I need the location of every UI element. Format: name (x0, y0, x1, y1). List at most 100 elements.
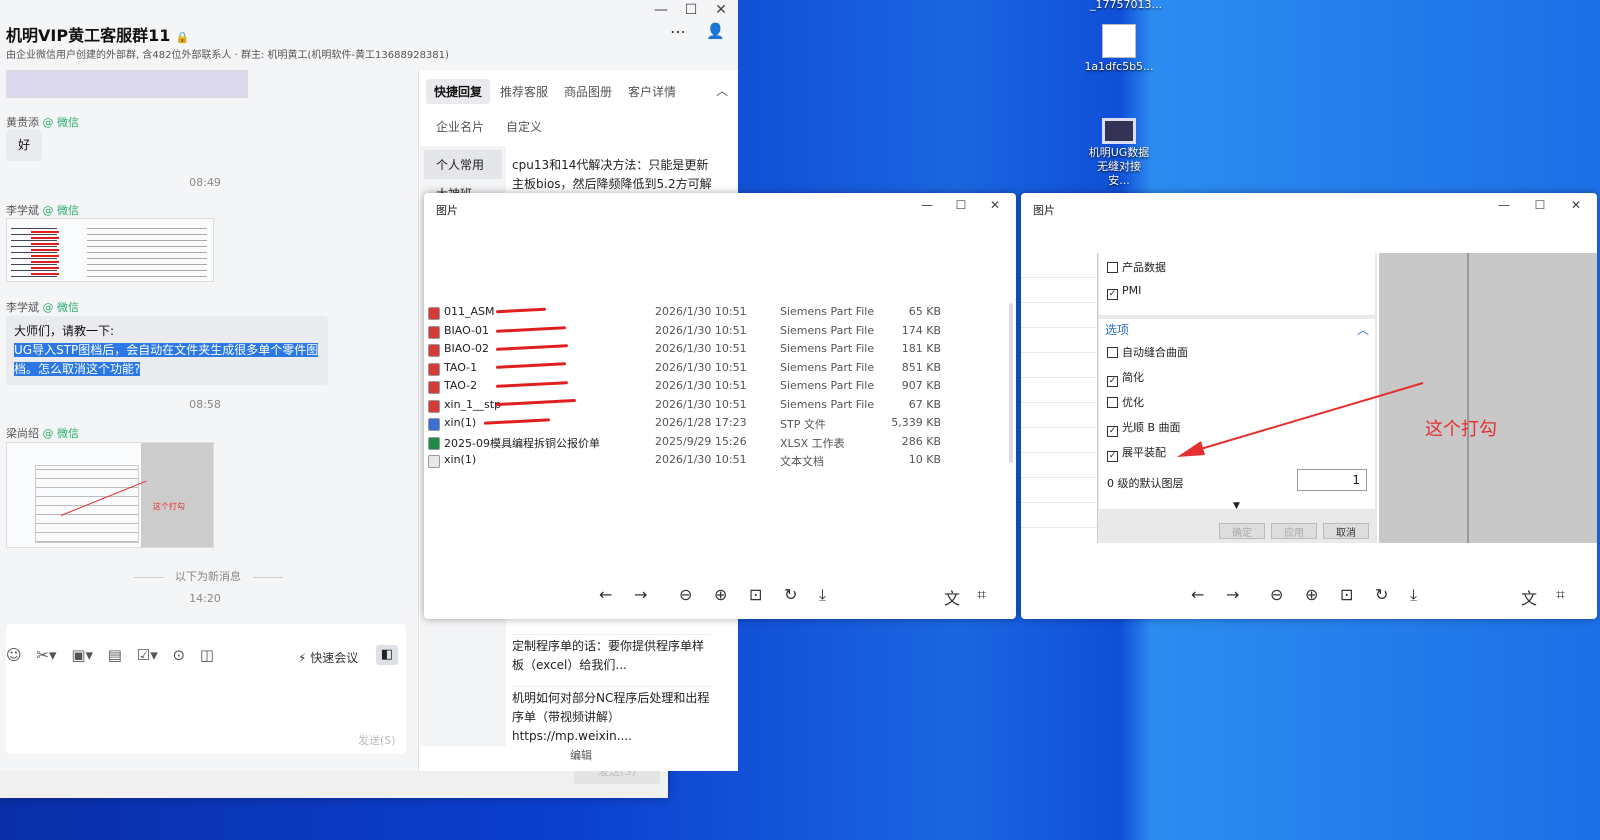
task-icon[interactable]: ☑▾ (137, 646, 158, 664)
desktop-icon-file[interactable]: 1a1dfc5b5... (1083, 24, 1155, 74)
collapse-icon[interactable]: ︿ (716, 82, 728, 99)
close-button[interactable]: ✕ (980, 195, 1010, 215)
translate-icon[interactable]: 文 (1521, 585, 1537, 609)
options-section-header[interactable]: 选项 ︿ (1105, 321, 1369, 338)
desktop-icon-video[interactable]: 机明UG数据无缝对接安... (1083, 112, 1155, 188)
image-icon[interactable]: ▣▾ (71, 646, 93, 664)
tab-custom[interactable]: 自定义 (506, 118, 542, 135)
dialog-left-strip (1021, 253, 1097, 543)
category-personal[interactable]: 个人常用 (424, 150, 502, 179)
maximize-button[interactable]: ☐ (676, 0, 706, 20)
zoom-out-icon[interactable]: ⊖ (679, 585, 692, 604)
file-type: Siemens Part File (780, 360, 875, 374)
file-type: Siemens Part File (780, 397, 875, 411)
lightning-icon: ⚡ (298, 651, 307, 665)
ocr-icon[interactable]: ⌗ (977, 585, 986, 605)
emoji-icon[interactable]: ☺ (6, 646, 22, 664)
message-input-area[interactable] (6, 624, 406, 754)
minimize-button[interactable]: — (912, 195, 942, 215)
tab-product-album[interactable]: 商品图册 (564, 83, 612, 100)
minimize-button[interactable]: — (1489, 195, 1519, 215)
message-time: 08:49 (189, 176, 221, 189)
arrow-right-icon[interactable]: → (1226, 585, 1239, 604)
zoom-in-icon[interactable]: ⊕ (714, 585, 727, 604)
file-name: 2025-09模具编程拆铜公报价单 (444, 436, 600, 450)
rotate-icon[interactable]: ↻ (1375, 585, 1388, 604)
expand-more-icon[interactable]: ▼ (1233, 501, 1240, 511)
arrow-left-icon[interactable]: ← (599, 585, 612, 604)
file-size: 10 KB (908, 453, 941, 466)
translate-icon[interactable]: 文 (944, 585, 960, 609)
file-size: 907 KB (901, 379, 941, 392)
checkbox-option[interactable]: ✓ 简化 (1107, 369, 1144, 387)
download-icon[interactable]: ⤓ (1410, 585, 1417, 605)
image-viewer-window: 图片 — ☐ ✕ 011_ASM 2026/1/30 10:51 Siemens P… (424, 193, 1016, 619)
checkbox-icon (1107, 262, 1118, 273)
quick-meeting-button[interactable]: ⚡ 快速会议 (298, 649, 358, 666)
file-date: 2026/1/30 10:51 (655, 379, 747, 392)
chat-subtitle: 由企业微信用户创建的外部群, 含482位外部联系人 · 群主: 机明黄工(机明软… (6, 50, 449, 61)
arrow-left-icon[interactable]: ← (1191, 585, 1204, 604)
tab-quick-reply[interactable]: 快捷回复 (426, 79, 491, 104)
scissors-icon[interactable]: ✂▾ (36, 646, 56, 664)
checkbox-option[interactable]: ✓ 光顺 B 曲面 (1107, 419, 1181, 437)
comment-icon[interactable]: ◫ (200, 646, 214, 664)
file-type: STP 文件 (780, 418, 826, 431)
close-button[interactable]: ✕ (706, 0, 736, 20)
checkbox-option[interactable]: 优化 (1107, 394, 1144, 410)
desktop-icon-label: 1a1dfc5b5... (1084, 60, 1154, 73)
file-name: 011_ASM (444, 305, 495, 318)
apply-button[interactable]: 应用 (1271, 523, 1317, 539)
zoom-in-icon[interactable]: ⊕ (1305, 585, 1318, 604)
file-name: xin(1) (444, 453, 477, 466)
zoom-out-icon[interactable]: ⊖ (1270, 585, 1283, 604)
document-icon[interactable]: ▤ (108, 646, 122, 664)
xls-file-icon (428, 436, 440, 450)
tab-company-card[interactable]: 企业名片 (436, 118, 484, 135)
file-name: xin(1) (444, 416, 477, 429)
rotate-icon[interactable]: ↻ (784, 585, 797, 604)
message-sender: 李学斌 @ 微信 (6, 204, 79, 217)
maximize-button[interactable]: ☐ (1525, 195, 1555, 215)
video-icon (1102, 118, 1136, 144)
checkbox-option[interactable]: ✓ PMI (1107, 284, 1141, 300)
scrollbar[interactable] (1009, 303, 1013, 463)
sidebar-toggle-icon[interactable]: ◧ (376, 645, 398, 665)
ug-file-icon (428, 344, 440, 357)
image-message[interactable] (6, 218, 214, 282)
checkbox-option[interactable]: 自动缝合曲面 (1107, 344, 1188, 360)
checkbox-option[interactable]: 产品数据 (1107, 259, 1166, 275)
fit-screen-icon[interactable]: ⊡ (749, 585, 762, 604)
edit-button[interactable]: 编辑 (570, 747, 592, 763)
file-type: Siemens Part File (780, 379, 875, 392)
add-member-icon[interactable]: 👤 (706, 22, 725, 40)
minimize-button[interactable]: — (646, 0, 676, 20)
ocr-icon[interactable]: ⌗ (1556, 585, 1565, 605)
fit-screen-icon[interactable]: ⊡ (1340, 585, 1353, 604)
close-button[interactable]: ✕ (1561, 195, 1591, 215)
chat-title: 机明VIP黄工客服群11 🔒 (6, 26, 190, 45)
message-bubble: 好 (6, 130, 43, 161)
download-icon[interactable]: ⤓ (819, 585, 826, 605)
tab-customer-details[interactable]: 客户详情 (628, 83, 676, 100)
quick-reply-item[interactable]: 机明如何对部分NC程序后处理和出程序单（带视频讲解）https://mp.wei… (512, 686, 712, 746)
quick-reply-item[interactable]: 定制程序单的话：要你提供程序单样板（excel）给我们... (512, 634, 712, 675)
more-icon[interactable]: ⋯ (670, 22, 686, 41)
send-button[interactable]: 发送(S) (358, 732, 396, 748)
image-message[interactable] (6, 70, 248, 98)
message-bubble: 大师们，请教一下: UG导入STP图档后，会自动在文件夹生成很多单个零件图 档。… (6, 316, 328, 385)
checkbox-option[interactable]: ✓ 展平装配 (1107, 444, 1166, 462)
annotation-arrow (1177, 382, 1424, 457)
layer-input[interactable]: 1 (1297, 469, 1367, 491)
image-annotation: 这个打勾 (153, 502, 185, 511)
maximize-button[interactable]: ☐ (946, 195, 976, 215)
file-date: 2026/1/30 10:51 (655, 360, 747, 374)
viewer-toolbar: ← → ⊖ ⊕ ⊡ ↻ ⤓ 文 ⌗ (1021, 585, 1597, 608)
tab-recommend-service[interactable]: 推荐客服 (500, 83, 548, 100)
arrow-right-icon[interactable]: → (634, 585, 647, 604)
more-options-icon[interactable]: ⊙ (173, 646, 186, 664)
confirm-button[interactable]: 确定 (1219, 523, 1265, 539)
image-message[interactable]: 这个打勾 (6, 442, 214, 548)
cancel-button[interactable]: 取消 (1323, 523, 1369, 539)
file-type: Siemens Part File (780, 342, 875, 355)
